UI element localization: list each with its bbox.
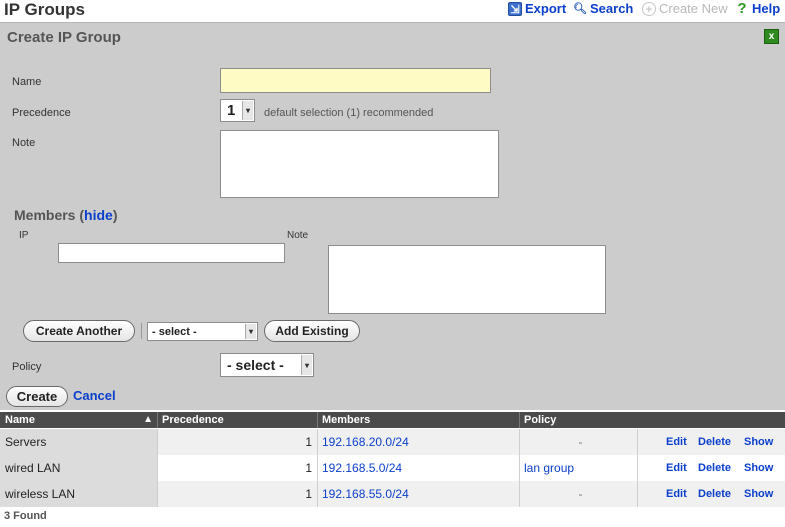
- search-label: Search: [590, 1, 634, 16]
- policy-label: Policy: [12, 361, 42, 373]
- members-heading: Members (hide): [14, 207, 117, 223]
- sort-ascending-icon: ▲: [143, 414, 153, 425]
- results-count: 3 Found: [4, 510, 47, 522]
- delete-link[interactable]: Delete: [698, 429, 731, 455]
- column-header-members[interactable]: Members: [317, 412, 519, 428]
- cancel-link[interactable]: Cancel: [73, 388, 116, 403]
- export-link[interactable]: ⇲ Export: [508, 1, 566, 17]
- row-name: Servers: [0, 429, 157, 455]
- row-precedence: 1: [157, 481, 317, 507]
- column-header-name[interactable]: Name ▲: [0, 412, 157, 428]
- panel-title: Create IP Group: [7, 29, 121, 46]
- name-label: Name: [12, 76, 42, 88]
- add-existing-button[interactable]: Add Existing: [264, 320, 360, 342]
- help-label: Help: [752, 1, 781, 16]
- row-precedence: 1: [157, 455, 317, 481]
- export-label: Export: [525, 1, 567, 16]
- column-header-policy[interactable]: Policy: [519, 412, 785, 428]
- page-title: IP Groups: [4, 0, 85, 19]
- show-link[interactable]: Show: [744, 429, 773, 455]
- column-header-precedence[interactable]: Precedence: [157, 412, 317, 428]
- help-link[interactable]: ? Help: [735, 1, 780, 17]
- row-members-link[interactable]: 192.168.5.0/24: [317, 455, 519, 481]
- row-name: wireless LAN: [0, 481, 157, 507]
- close-button[interactable]: x: [764, 29, 779, 44]
- plus-circle-icon: +: [642, 2, 656, 16]
- create-another-button[interactable]: Create Another: [23, 320, 135, 342]
- show-link[interactable]: Show: [744, 481, 773, 507]
- row-precedence: 1: [157, 429, 317, 455]
- existing-member-select[interactable]: - select - ▾: [147, 322, 258, 341]
- row-actions: Edit Delete Show: [637, 455, 785, 481]
- chevron-down-icon: ▾: [242, 101, 253, 120]
- member-note-label: Note: [287, 230, 309, 241]
- precedence-label: Precedence: [12, 107, 71, 119]
- member-note-textarea[interactable]: [328, 245, 606, 314]
- table-row: wired LAN 1 192.168.5.0/24 lan group Edi…: [0, 455, 785, 481]
- edit-link[interactable]: Edit: [666, 455, 687, 481]
- policy-select[interactable]: - select - ▾: [220, 353, 314, 377]
- row-members-link[interactable]: 192.168.20.0/24: [317, 429, 519, 455]
- hide-members-link[interactable]: hide: [84, 207, 113, 223]
- row-policy-link[interactable]: lan group: [519, 455, 637, 481]
- question-mark-icon: ?: [737, 0, 747, 17]
- delete-link[interactable]: Delete: [698, 481, 731, 507]
- precedence-hint: default selection (1) recommended: [264, 107, 434, 119]
- show-link[interactable]: Show: [744, 455, 773, 481]
- row-policy: -: [519, 481, 637, 507]
- member-ip-label: IP: [19, 230, 29, 241]
- search-link[interactable]: 🔍︎ Search: [573, 1, 633, 17]
- create-new-label: Create New: [659, 1, 728, 16]
- row-actions: Edit Delete Show: [637, 481, 785, 507]
- row-actions: Edit Delete Show: [637, 429, 785, 455]
- member-ip-field[interactable]: [58, 243, 285, 263]
- row-policy: -: [519, 429, 637, 455]
- delete-link[interactable]: Delete: [698, 455, 731, 481]
- edit-link[interactable]: Edit: [666, 429, 687, 455]
- table-row: wireless LAN 1 192.168.55.0/24 - Edit De…: [0, 481, 785, 507]
- name-field[interactable]: [220, 68, 491, 93]
- create-new-link[interactable]: + Create New: [642, 1, 728, 17]
- row-name: wired LAN: [0, 455, 157, 481]
- table-row: Servers 1 192.168.20.0/24 - Edit Delete …: [0, 429, 785, 455]
- create-button[interactable]: Create: [6, 386, 68, 407]
- note-textarea[interactable]: [220, 130, 499, 198]
- chevron-down-icon: ▾: [245, 324, 256, 339]
- members-heading-close: ): [112, 207, 118, 223]
- policy-select-value: - select -: [227, 357, 284, 373]
- export-icon: ⇲: [508, 2, 522, 16]
- chevron-down-icon: ▾: [301, 355, 312, 375]
- precedence-value: 1: [227, 102, 236, 119]
- existing-select-value: - select -: [152, 325, 197, 338]
- members-heading-text: Members (: [14, 207, 85, 223]
- note-label: Note: [12, 137, 36, 149]
- create-form-panel: Create IP Group x Name Precedence 1 ▾ de…: [0, 22, 785, 410]
- precedence-select[interactable]: 1 ▾: [220, 99, 255, 122]
- edit-link[interactable]: Edit: [666, 481, 687, 507]
- magnifier-icon: 🔍︎: [573, 3, 587, 15]
- row-members-link[interactable]: 192.168.55.0/24: [317, 481, 519, 507]
- column-label-name: Name: [5, 414, 35, 426]
- button-divider: [141, 323, 142, 339]
